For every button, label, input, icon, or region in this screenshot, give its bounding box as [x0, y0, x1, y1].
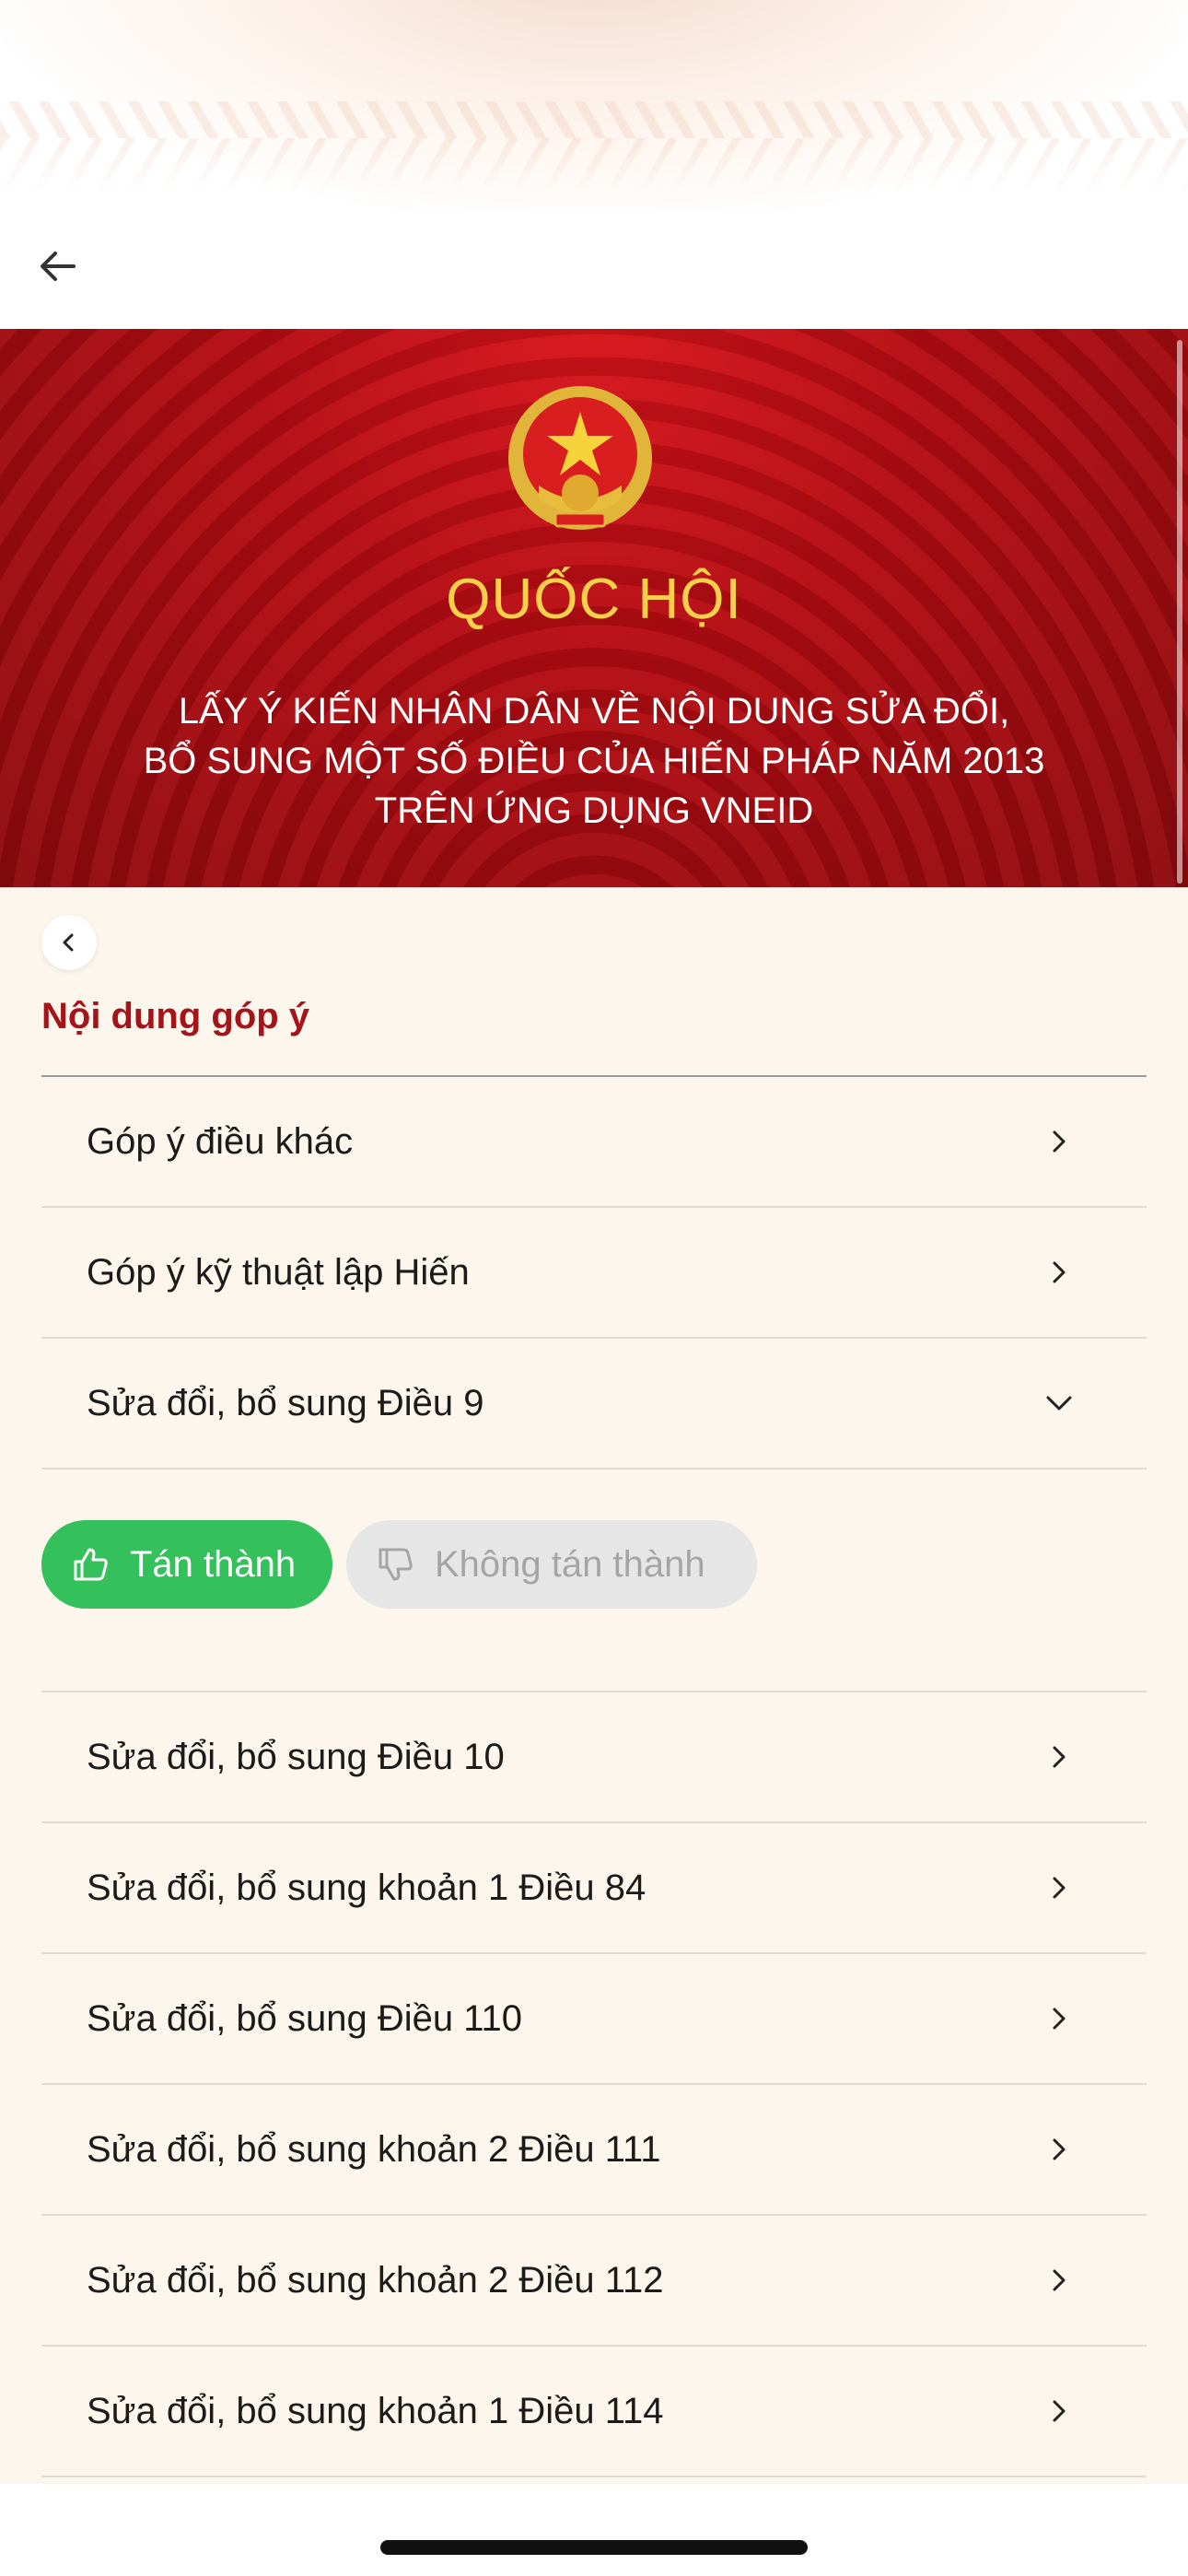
vietnam-national-emblem-icon — [502, 384, 658, 545]
approve-label: Tán thành — [130, 1543, 297, 1585]
pattern-band — [0, 101, 1188, 138]
list-item-label: Sửa đổi, bổ sung khoản 1 Điều 114 — [87, 2390, 664, 2431]
list-item-dieu-9[interactable]: Sửa đổi, bổ sung Điều 9 — [41, 1339, 1147, 1469]
bottom-safe-area — [0, 2484, 1188, 2576]
quoc-hoi-banner: QUỐC HỘI LẤY Ý KIẾN NHÂN DÂN VỀ NỘI DUNG… — [0, 329, 1188, 887]
content-area: Nội dung góp ý Góp ý điều khác Góp ý kỹ … — [0, 887, 1188, 2484]
chevron-right-icon — [1041, 2262, 1077, 2299]
list-item-label: Sửa đổi, bổ sung khoản 2 Điều 111 — [87, 2128, 661, 2170]
banner-subtitle-line-1: LẤY Ý KIẾN NHÂN DÂN VỀ NỘI DUNG SỬA ĐỔI, — [178, 691, 1010, 732]
banner-title: QUỐC HỘI — [446, 568, 742, 631]
chevron-right-icon — [1041, 2131, 1077, 2168]
collapse-back-button[interactable] — [41, 915, 97, 970]
home-indicator[interactable] — [380, 2540, 808, 2555]
list-item-label: Sửa đổi, bổ sung Điều 110 — [87, 1997, 523, 2039]
back-button[interactable] — [33, 241, 83, 291]
decorative-pattern — [0, 0, 1188, 212]
banner-subtitle-line-2: BỔ SUNG MỘT SỐ ĐIỀU CỦA HIẾN PHÁP NĂM 20… — [143, 741, 1045, 781]
pattern-band-fade — [0, 138, 1188, 193]
scrollbar[interactable] — [1177, 340, 1182, 884]
chevron-left-icon — [63, 933, 74, 952]
content-list: Góp ý điều khác Góp ý kỹ thuật lập Hiến … — [41, 1077, 1147, 2477]
chevron-right-icon — [1041, 1123, 1077, 1160]
thumbs-down-icon — [374, 1543, 416, 1586]
list-item-khoan-2-dieu-112[interactable]: Sửa đổi, bổ sung khoản 2 Điều 112 — [41, 2216, 1147, 2347]
list-item-label: Sửa đổi, bổ sung Điều 10 — [87, 1736, 505, 1777]
list-item-gop-y-dieu-khac[interactable]: Góp ý điều khác — [41, 1077, 1147, 1208]
list-item-khoan-2-dieu-111[interactable]: Sửa đổi, bổ sung khoản 2 Điều 111 — [41, 2085, 1147, 2216]
chevron-right-icon — [1041, 2393, 1077, 2430]
thumbs-up-icon — [69, 1543, 111, 1586]
list-item-label: Góp ý kỹ thuật lập Hiến — [87, 1251, 470, 1293]
arrow-left-icon — [41, 252, 76, 281]
chevron-right-icon — [1041, 1254, 1077, 1291]
section-title: Nội dung góp ý — [41, 996, 310, 1036]
list-item-dieu-110[interactable]: Sửa đổi, bổ sung Điều 110 — [41, 1954, 1147, 2085]
chevron-right-icon — [1041, 1739, 1077, 1775]
list-item-label: Sửa đổi, bổ sung khoản 1 Điều 84 — [87, 1867, 646, 1908]
list-item-dieu-10[interactable]: Sửa đổi, bổ sung Điều 10 — [41, 1692, 1147, 1823]
list-item-khoan-1-dieu-114[interactable]: Sửa đổi, bổ sung khoản 1 Điều 114 — [41, 2347, 1147, 2477]
list-item-khoan-1-dieu-84[interactable]: Sửa đổi, bổ sung khoản 1 Điều 84 — [41, 1823, 1147, 1954]
list-item-gop-y-ky-thuat[interactable]: Góp ý kỹ thuật lập Hiến — [41, 1208, 1147, 1339]
chevron-right-icon — [1041, 1869, 1077, 1906]
approve-button[interactable]: Tán thành — [41, 1520, 332, 1609]
chevron-right-icon — [1041, 2000, 1077, 2037]
chevron-down-icon — [1041, 1385, 1077, 1422]
disapprove-label: Không tán thành — [435, 1543, 705, 1585]
list-item-label: Góp ý điều khác — [87, 1120, 354, 1162]
banner-subtitle: LẤY Ý KIẾN NHÂN DÂN VỀ NỘI DUNG SỬA ĐỔI,… — [0, 686, 1188, 836]
disapprove-button[interactable]: Không tán thành — [346, 1520, 757, 1609]
banner-subtitle-line-3: TRÊN ỨNG DỤNG VNEID — [374, 790, 814, 831]
list-item-label: Sửa đổi, bổ sung Điều 9 — [87, 1382, 484, 1423]
top-header — [0, 0, 1188, 329]
list-item-label: Sửa đổi, bổ sung khoản 2 Điều 112 — [87, 2259, 664, 2301]
vote-row: Tán thành Không tán thành — [41, 1469, 1147, 1692]
